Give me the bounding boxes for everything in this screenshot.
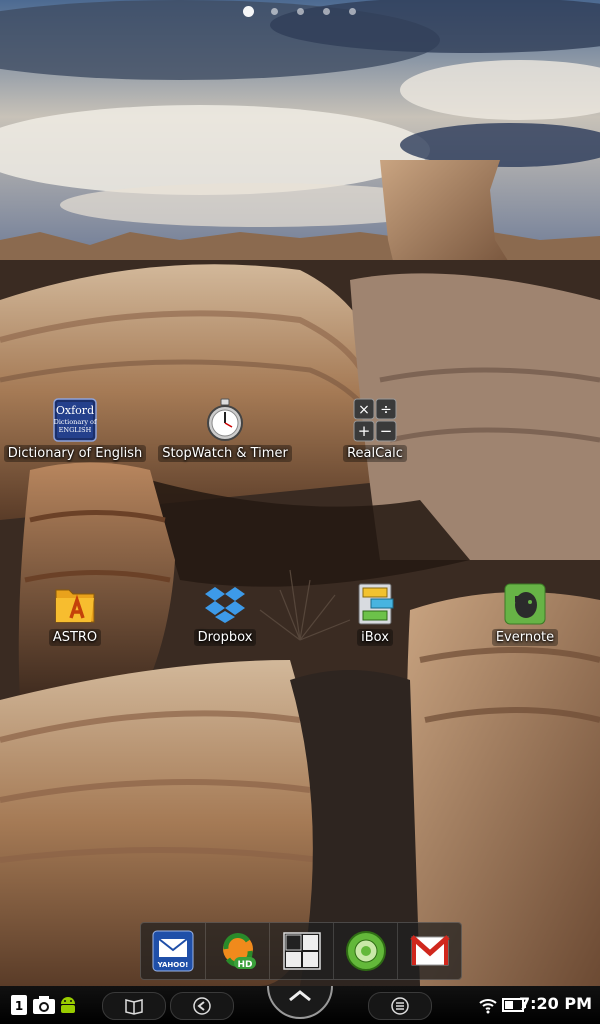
back-button[interactable] bbox=[170, 992, 234, 1020]
back-icon bbox=[193, 997, 211, 1015]
page-dot[interactable] bbox=[323, 8, 330, 15]
svg-text:−: − bbox=[380, 422, 393, 440]
oxford-dictionary-icon: Oxford Dictionary of ENGLISH bbox=[53, 398, 97, 442]
calculator-icon: × ÷ + − bbox=[353, 398, 397, 442]
page-dot[interactable] bbox=[349, 8, 356, 15]
app-label: iBox bbox=[300, 629, 450, 646]
app-dropbox[interactable]: Dropbox bbox=[150, 582, 300, 660]
clock: 7:20 PM bbox=[518, 994, 592, 1013]
svg-text:÷: ÷ bbox=[380, 402, 392, 418]
gmail-icon bbox=[410, 935, 450, 966]
evernote-icon bbox=[504, 583, 546, 625]
app-dictionary-of-english[interactable]: Oxford Dictionary of ENGLISH Dictionary … bbox=[0, 398, 150, 476]
menu-button[interactable] bbox=[368, 992, 432, 1020]
home-button[interactable] bbox=[266, 986, 334, 1020]
book-icon bbox=[125, 999, 143, 1015]
svg-text:ENGLISH: ENGLISH bbox=[59, 426, 92, 434]
dock-green-ring[interactable] bbox=[333, 923, 398, 979]
svg-text:1: 1 bbox=[15, 999, 23, 1013]
svg-text:+: + bbox=[358, 422, 371, 440]
app-label: ASTRO bbox=[0, 629, 150, 646]
android-icon[interactable] bbox=[58, 994, 78, 1016]
dock-app-drawer[interactable] bbox=[269, 923, 334, 979]
svg-text:HD: HD bbox=[237, 960, 252, 970]
app-label: RealCalc bbox=[300, 445, 450, 462]
dock: YAHOO! HD bbox=[140, 922, 462, 980]
wifi-icon bbox=[479, 999, 497, 1014]
app-label: Dropbox bbox=[150, 629, 300, 646]
dock-yahoo-mail[interactable]: YAHOO! bbox=[141, 923, 205, 979]
app-realcalc[interactable]: × ÷ + − RealCalc bbox=[300, 398, 450, 476]
ibox-cabinet-icon bbox=[358, 583, 394, 625]
page-dot-active[interactable] bbox=[243, 6, 254, 17]
app-label: StopWatch & Timer bbox=[150, 445, 300, 462]
camera-icon[interactable] bbox=[32, 994, 56, 1016]
hd-refresh-icon: HD bbox=[223, 933, 256, 970]
svg-text:Oxford: Oxford bbox=[56, 404, 94, 417]
app-label: Dictionary of English bbox=[0, 445, 150, 462]
app-label: Evernote bbox=[450, 629, 600, 646]
app-astro[interactable]: ASTRO bbox=[0, 582, 150, 660]
svg-text:YAHOO!: YAHOO! bbox=[157, 961, 189, 969]
page-dot[interactable] bbox=[297, 8, 304, 15]
yahoo-mail-icon: YAHOO! bbox=[152, 930, 194, 972]
astro-folder-icon bbox=[55, 589, 95, 623]
menu-icon bbox=[391, 997, 409, 1015]
dock-gmail[interactable] bbox=[397, 923, 462, 979]
app-grid-icon bbox=[283, 932, 321, 970]
app-ibox[interactable]: iBox bbox=[300, 582, 450, 660]
book-button[interactable] bbox=[102, 992, 166, 1020]
page-dot[interactable] bbox=[271, 8, 278, 15]
dock-hd-app[interactable]: HD bbox=[205, 923, 270, 979]
svg-text:Dictionary of: Dictionary of bbox=[54, 418, 97, 426]
page-indicator bbox=[0, 6, 600, 18]
green-ring-icon bbox=[346, 931, 386, 971]
notification-count-icon[interactable]: 1 bbox=[10, 994, 28, 1016]
svg-text:×: × bbox=[358, 402, 370, 418]
dropbox-icon bbox=[205, 587, 245, 623]
wallpaper-badlands bbox=[0, 0, 600, 986]
app-stopwatch-timer[interactable]: StopWatch & Timer bbox=[150, 398, 300, 476]
stopwatch-icon bbox=[207, 398, 243, 441]
app-evernote[interactable]: Evernote bbox=[450, 582, 600, 660]
